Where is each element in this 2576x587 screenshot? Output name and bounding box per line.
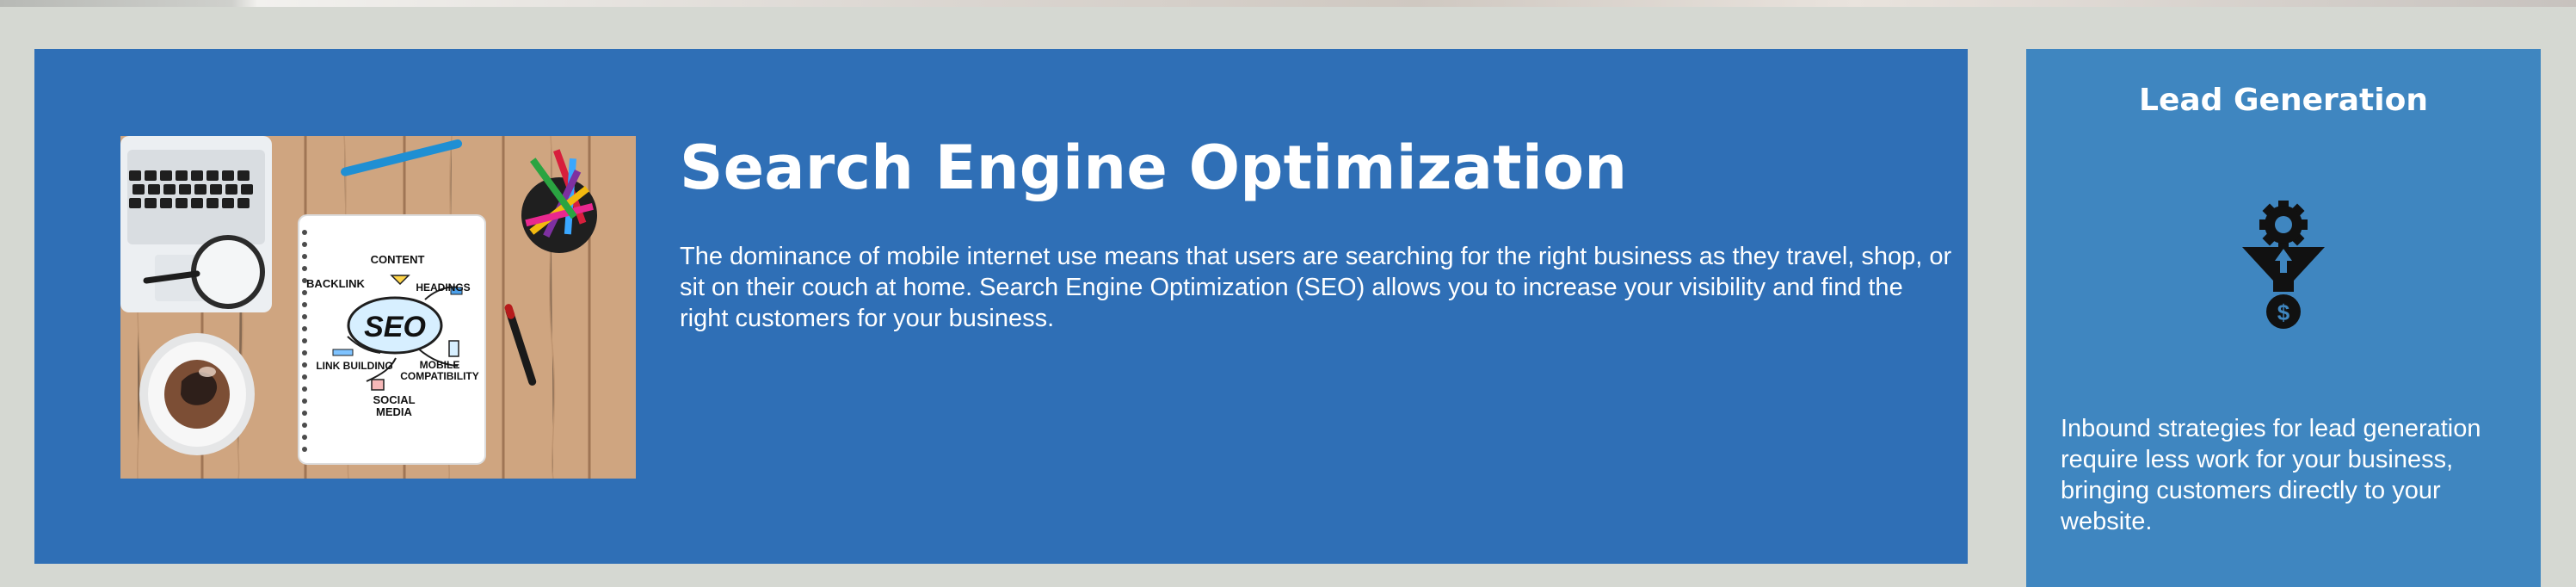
lead-generation-title: Lead Generation [2139,83,2428,118]
gear-funnel-dollar-icon: $ [2242,201,2325,330]
service-description: The dominance of mobile internet use mea… [680,243,1952,332]
seo-image-social-label: SOCIAL [373,393,415,406]
seo-image-media-label: MEDIA [376,405,413,418]
svg-text:SEO: SEO [364,311,426,343]
lead-generation-description: Inbound strategies for lead generation r… [2061,415,2481,535]
hero-image-strip [0,0,2576,7]
seo-notebook-image: SEO CONTENT BACKLINK HEADINGS LINK BUILD… [120,136,636,479]
seo-image-content-label: CONTENT [371,253,425,266]
service-title: Search Engine Optimization [680,133,1628,203]
lead-generation-card: Lead Generation $ Inbound strategies for… [2026,49,2541,587]
seo-service-panel: SEO CONTENT BACKLINK HEADINGS LINK BUILD… [34,49,1968,564]
seo-image-compatibility-label: COMPATIBILITY [400,370,479,382]
seo-image-mobile-label: MOBILE [420,359,460,371]
seo-image-headings-label: HEADINGS [416,281,470,294]
svg-text:$: $ [2277,300,2290,325]
seo-image-backlink-label: BACKLINK [306,277,365,290]
seo-image-link-building-label: LINK BUILDING [316,360,392,372]
